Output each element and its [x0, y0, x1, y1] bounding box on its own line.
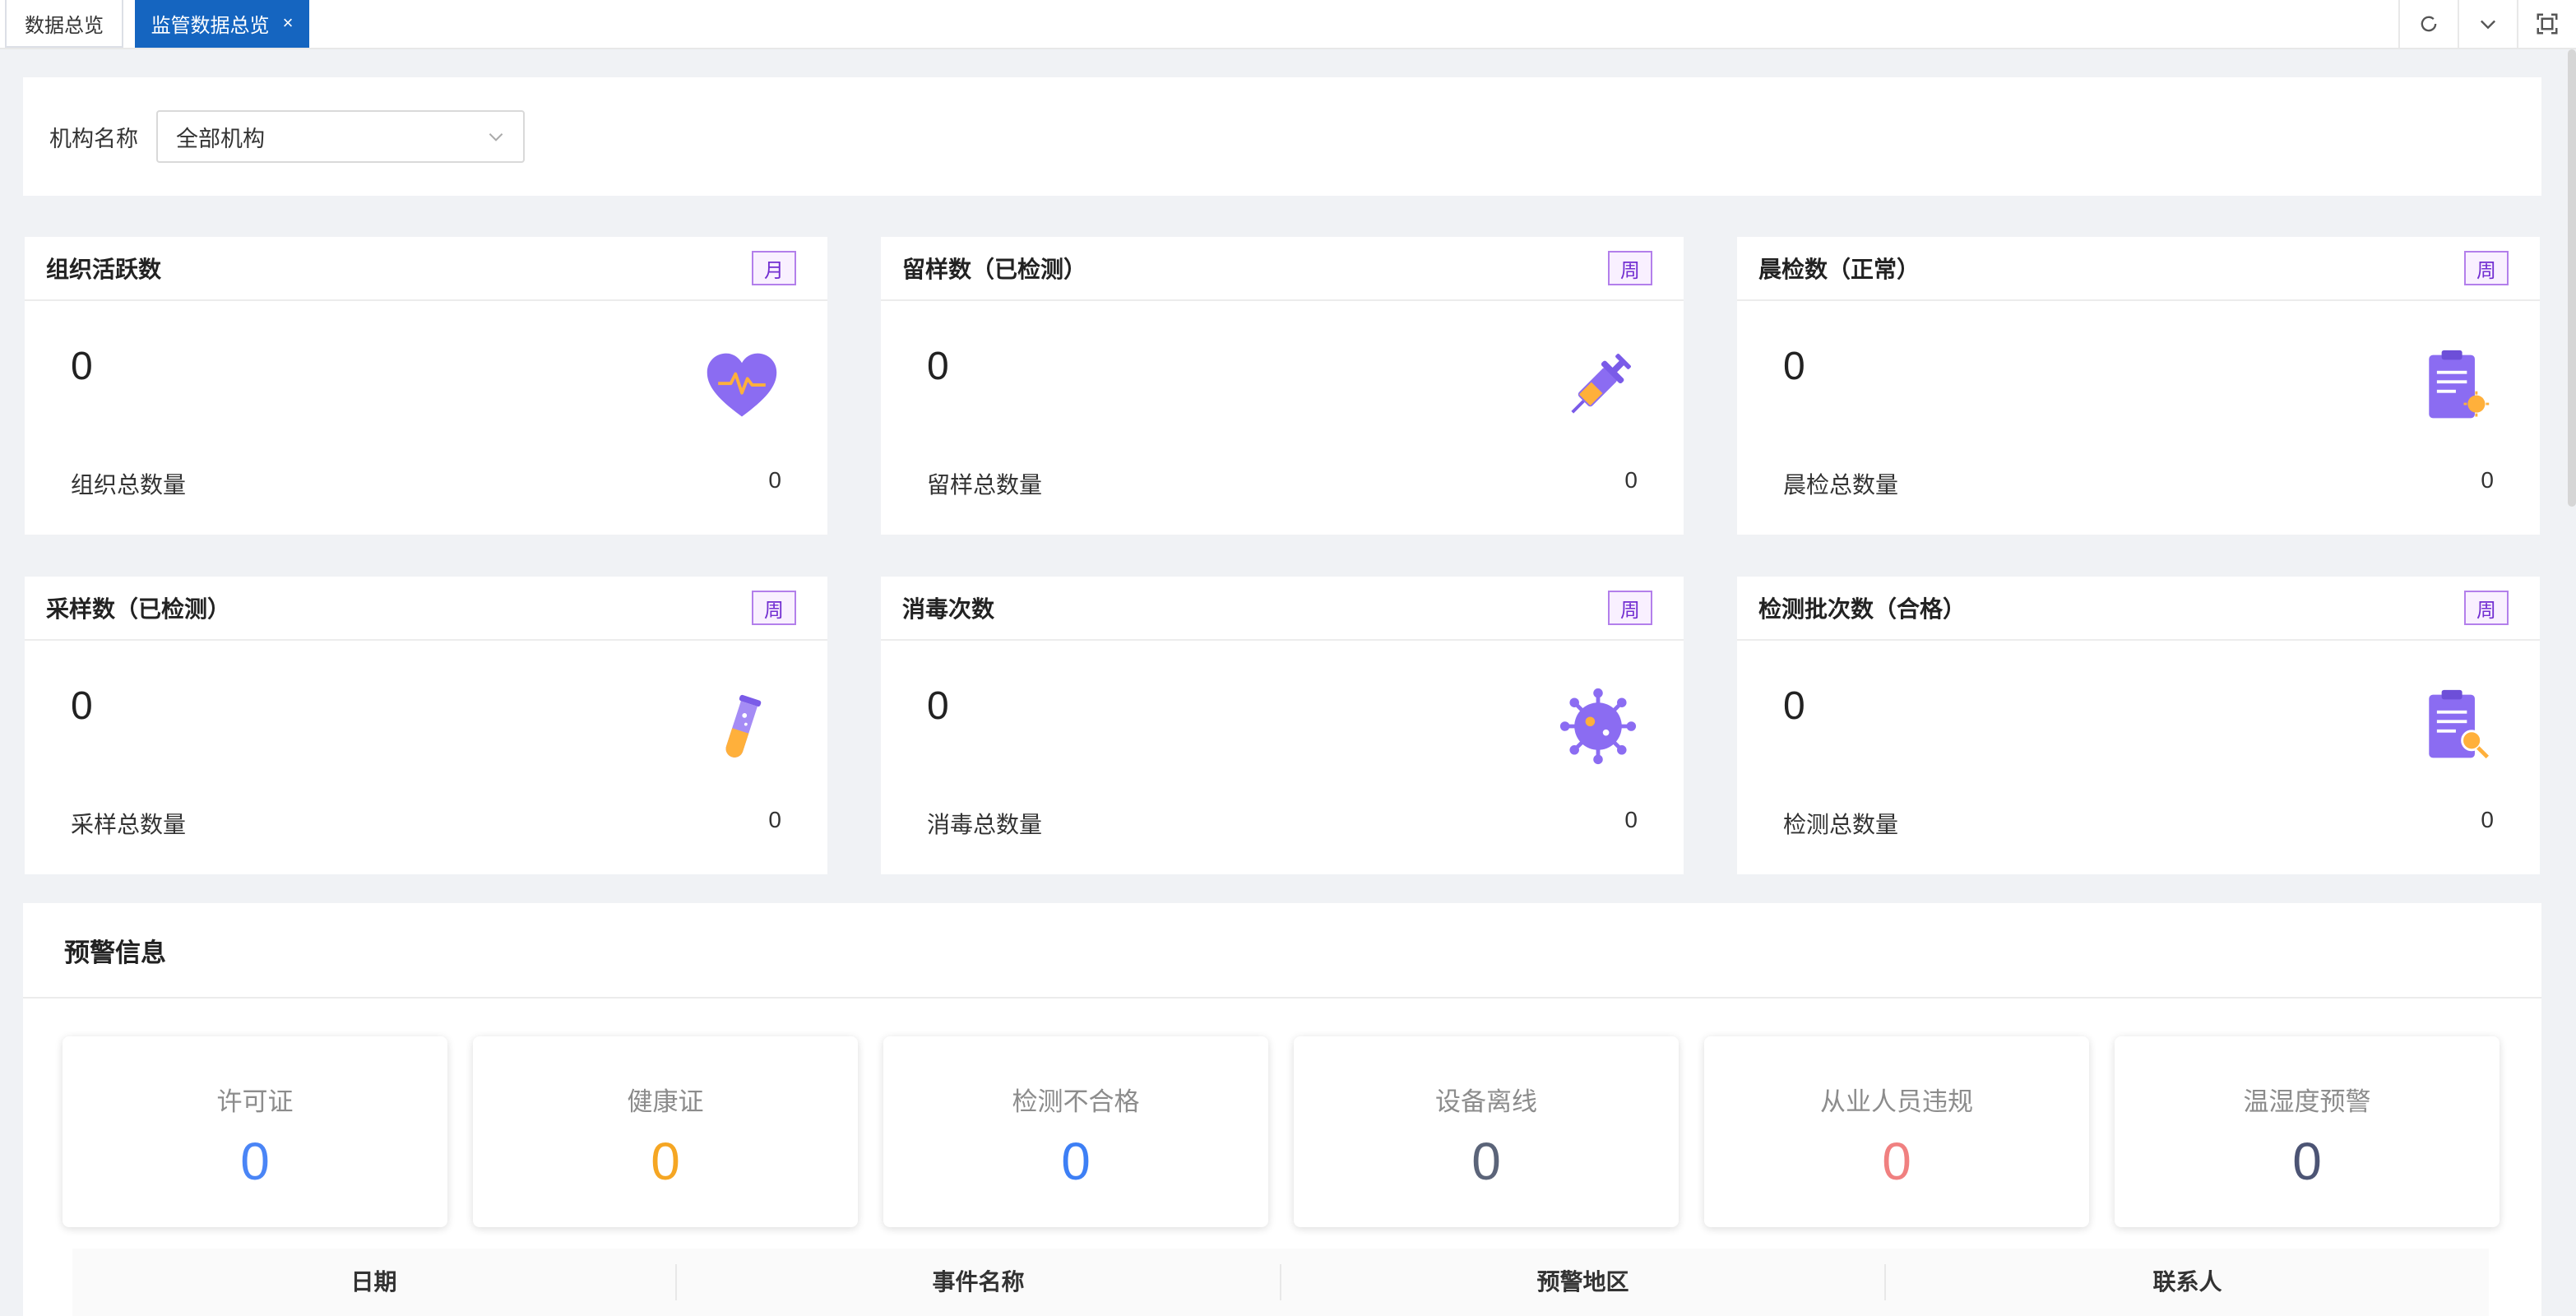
report-search-icon [2429, 689, 2490, 759]
filter-panel: 机构名称 全部机构 [23, 77, 2541, 196]
card-foot-value: 0 [768, 807, 781, 832]
card-value: 0 [71, 345, 93, 388]
syringe-icon [1571, 354, 1631, 414]
card-foot-label: 晨检总数量 [1783, 472, 1899, 498]
stat-card-sampling: 采样数（已检测） 周 0 采样总数量 0 [25, 577, 827, 874]
warning-title: 预警信息 [64, 938, 166, 967]
warning-value: 0 [1471, 1132, 1501, 1191]
chevron-down-icon [489, 133, 503, 141]
warning-label: 设备离线 [1435, 1087, 1537, 1116]
fullscreen-icon [2537, 13, 2558, 35]
warning-card-license[interactable]: 许可证 0 [63, 1036, 447, 1227]
warning-card-test-failed[interactable]: 检测不合格 0 [883, 1036, 1268, 1227]
card-foot-label: 组织总数量 [71, 472, 187, 498]
card-foot-value: 0 [1624, 807, 1638, 832]
column-event-name[interactable]: 事件名称 [677, 1264, 1281, 1300]
card-title: 采样数（已检测） [46, 596, 231, 622]
test-tube-icon [725, 694, 762, 758]
warning-value: 0 [240, 1132, 270, 1191]
virus-icon [1559, 688, 1637, 765]
warning-label: 从业人员违规 [1820, 1087, 1973, 1116]
warning-table-header: 日期 事件名称 预警地区 联系人 [72, 1249, 2489, 1316]
warning-card-health-cert[interactable]: 健康证 0 [473, 1036, 858, 1227]
checklist-icon [2429, 350, 2490, 419]
card-foot-label: 采样总数量 [71, 812, 187, 837]
card-title: 留样数（已检测） [902, 257, 1087, 282]
card-foot-value: 0 [2481, 467, 2494, 493]
column-date[interactable]: 日期 [72, 1264, 677, 1300]
tab-bar: 数据总览 监管数据总览 × [0, 0, 2576, 49]
card-foot-label: 消毒总数量 [927, 812, 1043, 837]
refresh-button[interactable] [2398, 0, 2458, 48]
warning-value: 0 [1882, 1132, 1911, 1191]
card-title: 组织活跃数 [46, 257, 162, 282]
warning-label: 检测不合格 [1012, 1087, 1140, 1116]
period-badge[interactable]: 周 [1608, 251, 1652, 285]
period-badge[interactable]: 周 [2464, 251, 2509, 285]
warning-label: 许可证 [216, 1087, 294, 1116]
warning-value: 0 [1061, 1132, 1091, 1191]
stat-card-test-batches: 检测批次数（合格） 周 0 检测总数量 0 [1737, 577, 2540, 874]
close-icon[interactable]: × [283, 12, 294, 34]
institution-label: 机构名称 [49, 126, 138, 151]
warning-value: 0 [2292, 1132, 2322, 1191]
warning-label: 健康证 [627, 1087, 704, 1116]
tab-label: 数据总览 [25, 14, 104, 37]
card-foot-label: 留样总数量 [927, 472, 1043, 498]
period-badge[interactable]: 周 [1608, 591, 1652, 625]
stat-card-disinfection: 消毒次数 周 0 消毒总数量 0 [881, 577, 1684, 874]
column-contact[interactable]: 联系人 [1886, 1264, 2489, 1300]
warning-value: 0 [651, 1132, 680, 1191]
institution-select-value: 全部机构 [176, 126, 265, 151]
card-value: 0 [1783, 684, 1805, 728]
institution-select[interactable]: 全部机构 [156, 110, 525, 163]
card-title: 检测批次数（合格） [1758, 596, 1967, 622]
period-badge[interactable]: 周 [752, 591, 796, 625]
period-badge[interactable]: 周 [2464, 591, 2509, 625]
period-badge[interactable]: 月 [752, 251, 796, 285]
stat-card-retained-samples: 留样数（已检测） 周 0 留样总数量 0 [881, 237, 1684, 535]
tab-data-overview[interactable]: 数据总览 [5, 0, 123, 48]
card-value: 0 [927, 345, 949, 388]
warning-card-staff-violation[interactable]: 从业人员违规 0 [1704, 1036, 2089, 1227]
card-title: 消毒次数 [902, 596, 995, 622]
warning-panel: 预警信息 许可证 0 健康证 0 检测不合格 0 设备离线 0 从业人员违规 0… [23, 903, 2541, 1316]
more-dropdown-button[interactable] [2458, 0, 2517, 48]
stat-card-morning-check: 晨检数（正常） 周 0 晨检总数量 0 [1737, 237, 2540, 535]
card-value: 0 [927, 684, 949, 728]
card-foot-value: 0 [768, 467, 781, 493]
card-foot-value: 0 [2481, 807, 2494, 832]
warning-card-device-offline[interactable]: 设备离线 0 [1294, 1036, 1679, 1227]
card-foot-label: 检测总数量 [1783, 812, 1899, 837]
warning-label: 温湿度预警 [2243, 1087, 2371, 1116]
warning-card-temp-humidity[interactable]: 温湿度预警 0 [2115, 1036, 2500, 1227]
card-foot-value: 0 [1624, 467, 1638, 493]
heart-pulse-icon [707, 353, 777, 417]
fullscreen-button[interactable] [2517, 0, 2576, 48]
tab-supervision-overview[interactable]: 监管数据总览 × [135, 0, 309, 48]
tab-label: 监管数据总览 [151, 14, 270, 37]
card-value: 0 [71, 684, 93, 728]
refresh-icon [2421, 16, 2437, 32]
card-value: 0 [1783, 345, 1805, 388]
card-title: 晨检数（正常） [1758, 257, 1920, 282]
stat-card-org-active: 组织活跃数 月 0 组织总数量 0 [25, 237, 827, 535]
chevron-down-icon [2481, 20, 2495, 30]
column-warning-region[interactable]: 预警地区 [1281, 1264, 1886, 1300]
scrollbar[interactable] [2568, 49, 2576, 507]
